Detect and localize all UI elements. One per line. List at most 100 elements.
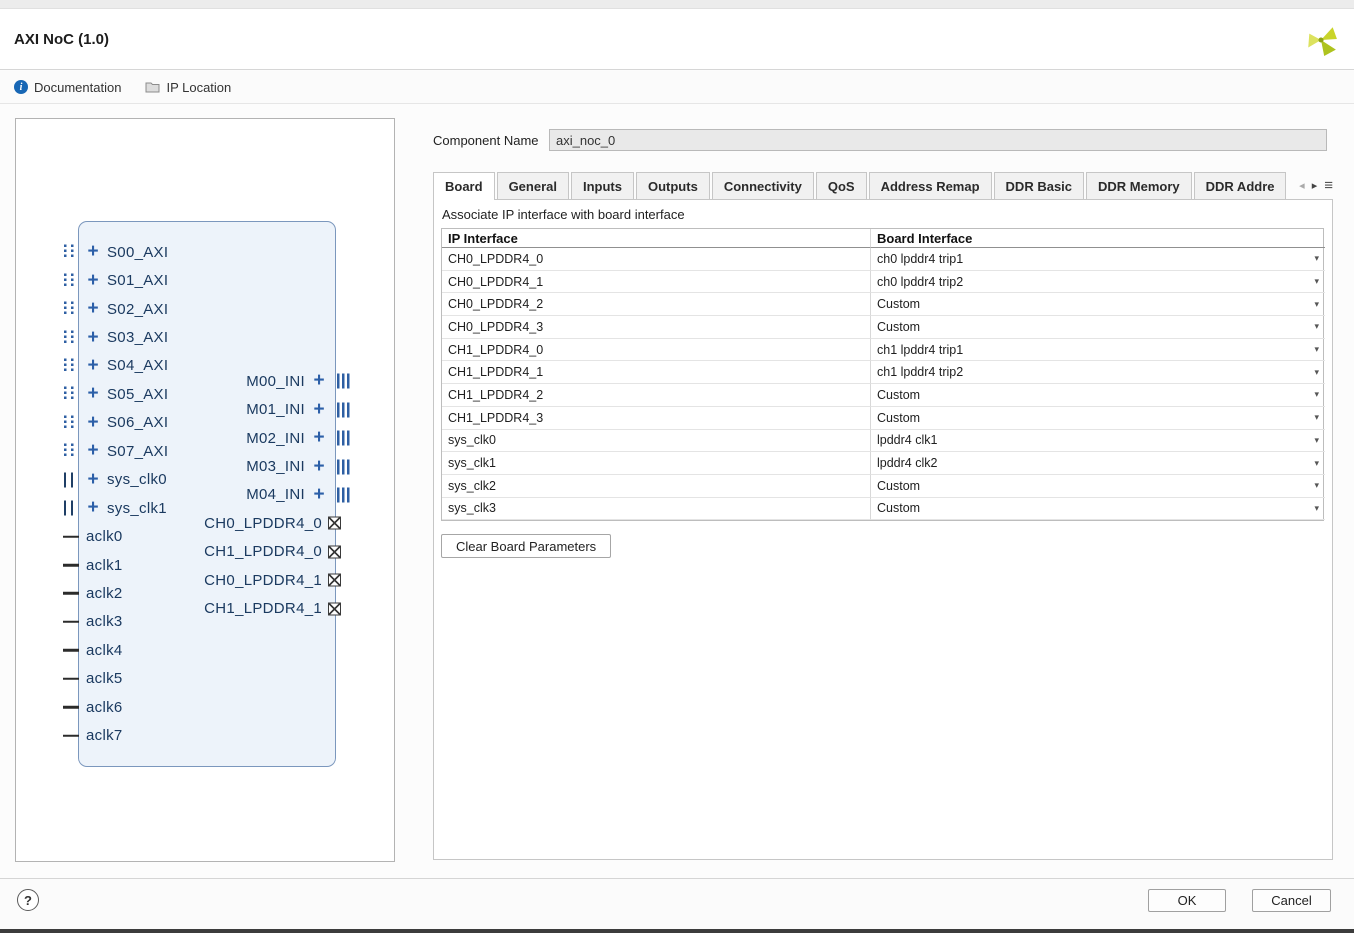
tab-board[interactable]: Board [433, 172, 495, 200]
expand-icon[interactable]: + [86, 245, 100, 259]
port-m03-ini: M03_INI + [84, 452, 334, 480]
pin-stub-icon [63, 564, 79, 567]
documentation-button[interactable]: i Documentation [14, 80, 121, 95]
tab-menu-icon[interactable]: ≡ [1324, 177, 1333, 194]
cancel-button[interactable]: Cancel [1252, 889, 1331, 912]
tab-scroll-right-icon[interactable]: ▸ [1312, 179, 1318, 192]
port-m00-ini: M00_INI + [84, 367, 334, 395]
expand-icon[interactable]: + [312, 488, 326, 502]
board-interface-select[interactable]: Custom ▾ [870, 407, 1325, 430]
board-interface-select[interactable]: Custom▾ [870, 384, 1325, 407]
port-label: CH0_LPDDR4_0 [204, 515, 322, 532]
info-icon: i [14, 80, 28, 94]
window-bottom-bar [0, 929, 1354, 933]
board-interface-select[interactable]: lpddr4 clk1 ▾ [870, 430, 1325, 453]
port-label: M04_INI [246, 486, 305, 503]
board-interface-select[interactable]: ch1 lpddr4 trip2▾ [870, 361, 1325, 384]
ini-stub-icon [337, 487, 350, 502]
axi-stub-icon [64, 245, 77, 260]
tab-ddr-address[interactable]: DDR Addre [1194, 172, 1286, 199]
ip-interface-cell: CH0_LPDDR4_1 [442, 271, 870, 294]
tab-ddr-basic[interactable]: DDR Basic [994, 172, 1084, 199]
dropdown-arrow-icon: ▾ [1314, 367, 1319, 378]
board-interface-value: lpddr4 clk1 [877, 433, 937, 447]
board-interface-select[interactable]: Custom▾ [870, 316, 1325, 339]
board-interface-select[interactable]: ch0 lpddr4 trip1▾ [870, 248, 1325, 271]
tab-inputs[interactable]: Inputs [571, 172, 634, 199]
board-interface-value: Custom [877, 411, 920, 425]
configuration-panel: Component Name Board General Inputs Outp… [425, 118, 1340, 862]
port-s00-axi: + S00_AXI [78, 238, 324, 266]
dropdown-arrow-icon: ▾ [1314, 412, 1319, 423]
help-button[interactable]: ? [17, 889, 39, 911]
tab-general[interactable]: General [497, 172, 569, 199]
dropdown-arrow-icon: ▾ [1314, 480, 1319, 491]
tab-connectivity[interactable]: Connectivity [712, 172, 814, 199]
ip-customization-dialog: AXI NoC (1.0) i Documentation IP Locatio… [0, 0, 1354, 933]
expand-icon[interactable]: + [86, 274, 100, 288]
ip-interface-cell: CH1_LPDDR4_2 [442, 384, 870, 407]
port-aclk6: aclk6 [78, 693, 324, 721]
pin-stub-icon [63, 678, 79, 681]
right-ports: M00_INI + M01_INI + M02_INI + M03_INI + … [84, 367, 334, 623]
pin-stub-icon [63, 535, 79, 538]
expand-icon[interactable]: + [312, 431, 326, 445]
tab-scroll-left-icon[interactable]: ◂ [1299, 179, 1305, 192]
ip-interface-cell: sys_clk0 [442, 430, 870, 453]
port-aclk4: aclk4 [78, 636, 324, 664]
xilinx-logo [1304, 23, 1338, 57]
tab-outputs[interactable]: Outputs [636, 172, 710, 199]
ip-interface-cell: CH0_LPDDR4_2 [442, 293, 870, 316]
board-interface-value: Custom [877, 479, 920, 493]
axi-stub-icon [64, 444, 77, 459]
dropdown-arrow-icon: ▾ [1314, 344, 1319, 355]
board-interface-value: Custom [877, 297, 920, 311]
board-tab-content: Associate IP interface with board interf… [433, 199, 1333, 860]
axi-stub-icon [64, 415, 77, 430]
tab-ddr-memory[interactable]: DDR Memory [1086, 172, 1192, 199]
board-interface-select[interactable]: Custom▾ [870, 498, 1325, 521]
tab-address-remap[interactable]: Address Remap [869, 172, 992, 199]
port-s02-axi: + S02_AXI [78, 295, 324, 323]
column-header-ip-interface: IP Interface [442, 229, 870, 248]
tab-bar: Board General Inputs Outputs Connectivit… [433, 172, 1333, 199]
port-label: CH1_LPDDR4_0 [204, 543, 322, 560]
pin-stub-icon [63, 621, 79, 624]
expand-icon[interactable]: + [312, 374, 326, 388]
axi-stub-icon [64, 358, 77, 373]
port-aclk7: aclk7 [78, 721, 324, 749]
port-label: M02_INI [246, 430, 305, 447]
port-label: aclk5 [86, 670, 123, 687]
board-interface-value: Custom [877, 320, 920, 334]
board-interface-value: ch0 lpddr4 trip1 [877, 252, 963, 266]
expand-icon[interactable]: + [312, 403, 326, 417]
port-label: CH0_LPDDR4_1 [204, 572, 322, 589]
clk-stub-icon [64, 501, 73, 516]
expand-icon[interactable]: + [86, 331, 100, 345]
board-interface-select[interactable]: lpddr4 clk2▾ [870, 452, 1325, 475]
tab-nav: ◂ ▸ ≡ [1293, 172, 1333, 199]
port-ch0-lpddr4-1: CH0_LPDDR4_1 [84, 566, 334, 594]
port-ch1-lpddr4-0: CH1_LPDDR4_0 [84, 538, 334, 566]
tab-qos[interactable]: QoS [816, 172, 867, 199]
port-s03-axi: + S03_AXI [78, 323, 324, 351]
component-name-input[interactable] [549, 129, 1327, 151]
ip-location-label: IP Location [166, 80, 231, 95]
port-ch1-lpddr4-1: CH1_LPDDR4_1 [84, 595, 334, 623]
board-instruction: Associate IP interface with board interf… [442, 207, 685, 222]
dropdown-arrow-icon: ▾ [1314, 299, 1319, 310]
board-interface-select[interactable]: Custom ▾ [870, 293, 1325, 316]
ini-stub-icon [337, 402, 350, 417]
expand-icon[interactable]: + [312, 460, 326, 474]
documentation-label: Documentation [34, 80, 121, 95]
ok-button[interactable]: OK [1148, 889, 1226, 912]
clear-board-parameters-button[interactable]: Clear Board Parameters [441, 534, 611, 558]
port-label: aclk7 [86, 727, 123, 744]
board-interface-select[interactable]: ch0 lpddr4 trip2▾ [870, 271, 1325, 294]
expand-icon[interactable]: + [86, 302, 100, 316]
axi-stub-icon [64, 302, 77, 317]
board-interface-select[interactable]: ch1 lpddr4 trip1▾ [870, 339, 1325, 362]
ip-location-button[interactable]: IP Location [145, 80, 231, 95]
board-interface-select[interactable]: Custom ▾ [870, 475, 1325, 498]
dropdown-arrow-icon: ▾ [1314, 435, 1319, 446]
